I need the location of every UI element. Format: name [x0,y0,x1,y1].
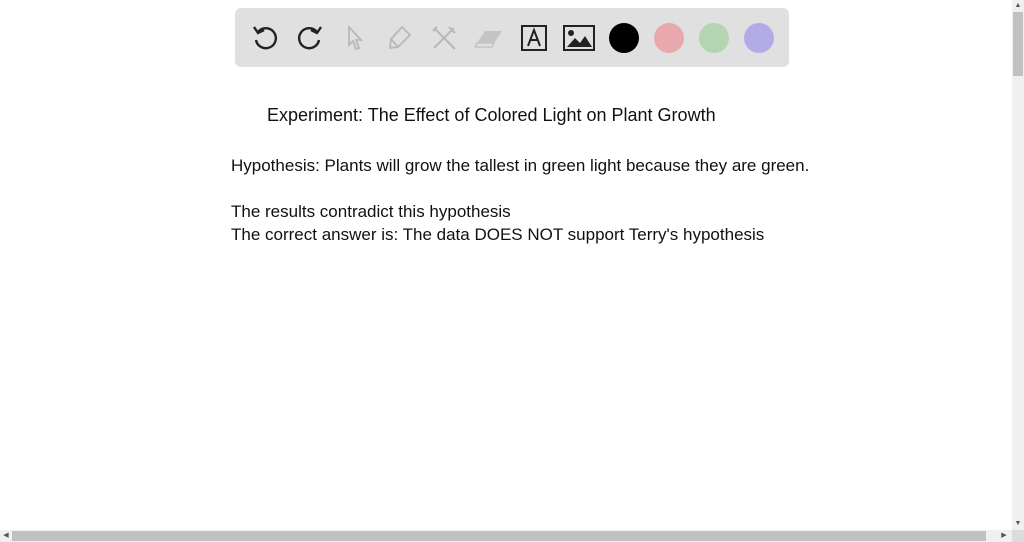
color-pink[interactable] [654,23,684,53]
horizontal-scrollbar[interactable]: ◀ ▶ [0,530,1012,542]
redo-button[interactable] [294,22,326,54]
redo-icon [298,26,322,50]
color-green[interactable] [699,23,729,53]
color-black[interactable] [609,23,639,53]
scrollbar-corner [1012,530,1024,542]
color-purple[interactable] [744,23,774,53]
image-icon [563,25,595,51]
drawing-toolbar [235,8,789,67]
answer-text: The correct answer is: The data DOES NOT… [231,225,765,244]
pencil-button[interactable] [383,22,415,54]
eraser-icon [473,31,502,48]
scroll-right-arrow-icon[interactable]: ▶ [998,530,1010,542]
scroll-left-arrow-icon[interactable]: ◀ [0,530,12,542]
text-tool-button[interactable] [518,22,550,54]
vertical-scrollbar[interactable]: ▲ ▼ [1012,0,1024,530]
select-button[interactable] [339,22,371,54]
image-tool-button[interactable] [563,22,595,54]
tools-button[interactable] [428,22,460,54]
scroll-up-arrow-icon[interactable]: ▲ [1012,0,1024,12]
vertical-scroll-thumb[interactable] [1013,12,1023,76]
text-icon [521,25,547,51]
eraser-button[interactable] [473,22,505,54]
experiment-title: Experiment: The Effect of Colored Light … [267,105,716,125]
hypothesis-text: Hypothesis: Plants will grow the tallest… [231,156,810,175]
scroll-down-arrow-icon[interactable]: ▼ [1012,518,1024,530]
undo-button[interactable] [249,22,281,54]
tools-icon [432,26,456,50]
pencil-icon [388,25,412,50]
horizontal-scroll-thumb[interactable] [12,531,986,541]
undo-icon [253,26,277,50]
select-pointer-icon [348,24,364,51]
result-text: The results contradict this hypothesis [231,202,511,221]
